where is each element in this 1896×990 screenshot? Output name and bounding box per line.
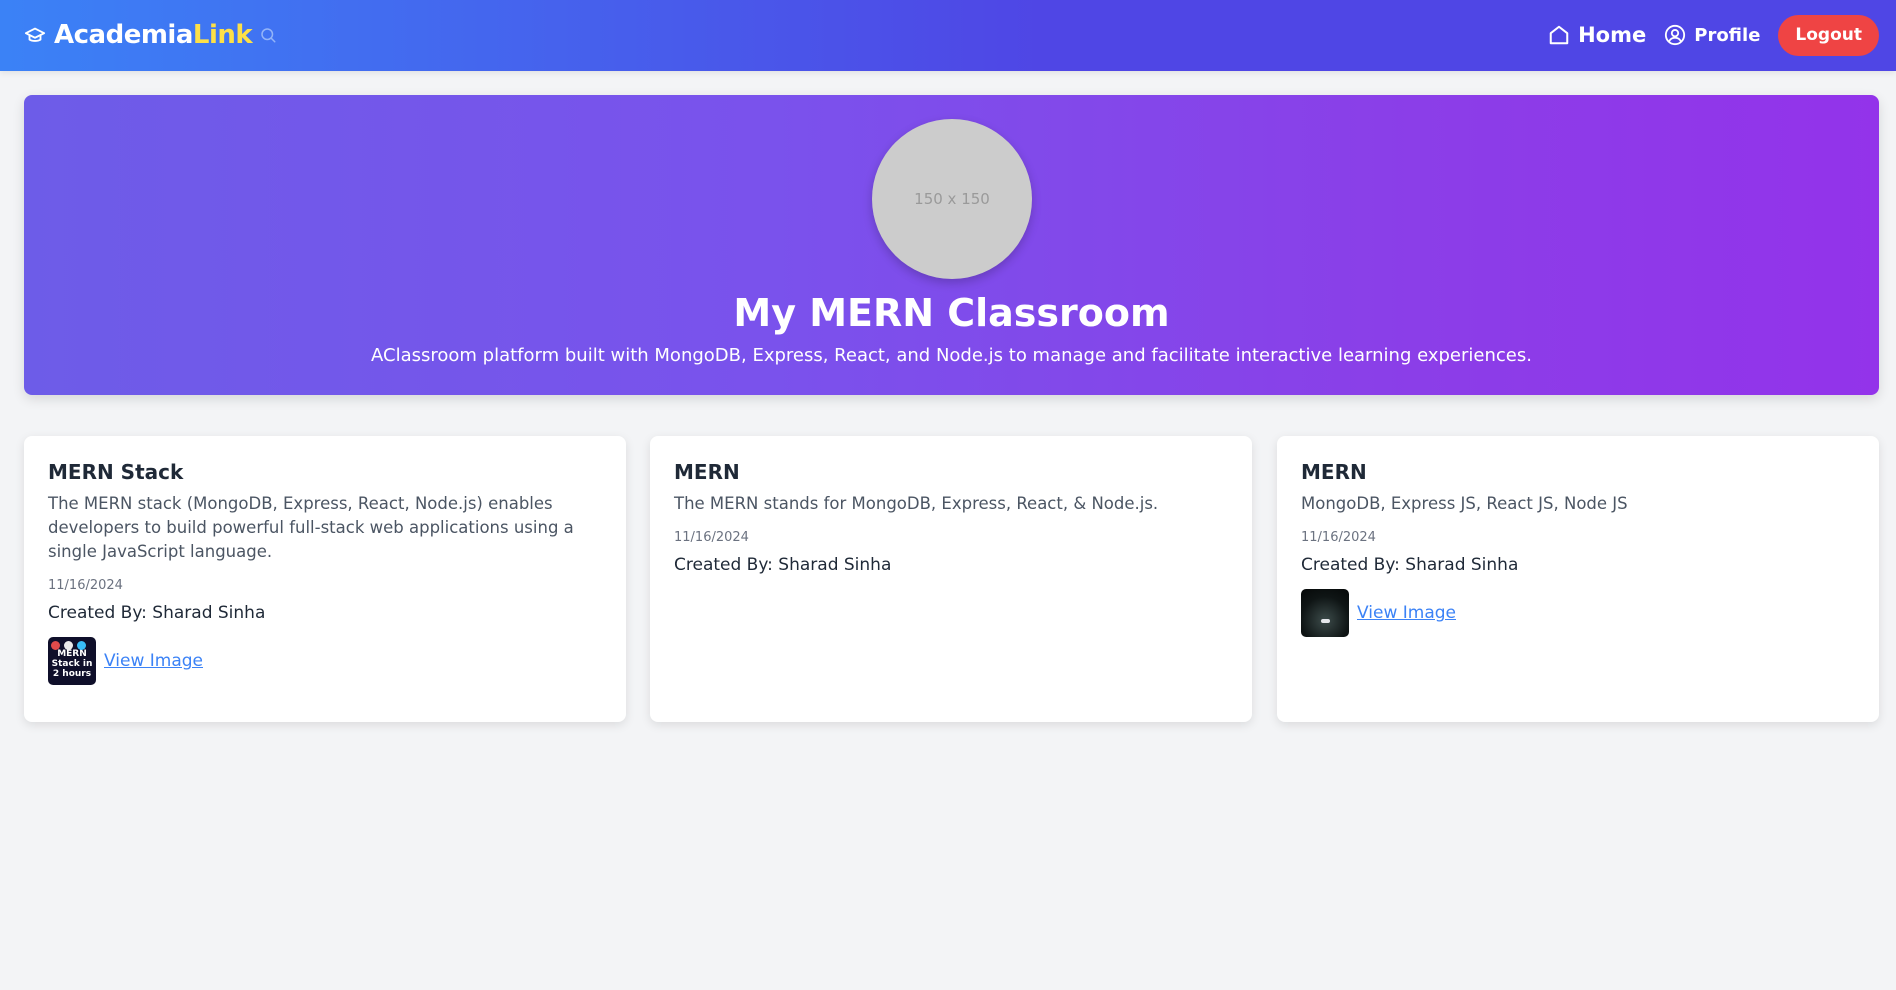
avatar-placeholder-text: 150 x 150 (914, 190, 990, 208)
post-creator: Created By: Sharad Sinha (48, 603, 266, 623)
post-card: MERN Stack The MERN stack (MongoDB, Expr… (24, 436, 626, 722)
nav-profile-link[interactable]: Profile (1664, 24, 1760, 46)
post-date: 11/16/2024 (48, 578, 123, 593)
classroom-title: My MERN Classroom (733, 291, 1170, 335)
search-icon (261, 28, 276, 43)
post-description: The MERN stack (MongoDB, Express, React,… (48, 494, 574, 561)
post-description: MongoDB, Express JS, React JS, Node JS (1301, 494, 1628, 513)
nav-home-label: Home (1578, 23, 1647, 47)
attachment-thumbnail[interactable]: MERN Stack in 2 hours (48, 637, 96, 685)
post-title: MERN (674, 460, 740, 484)
post-date: 11/16/2024 (1301, 530, 1376, 545)
post-title: MERN (1301, 460, 1367, 484)
logout-button[interactable]: Logout (1778, 14, 1879, 56)
brand-accent: Link (192, 20, 253, 50)
home-icon (1549, 25, 1569, 45)
view-image-link[interactable]: View Image (104, 651, 203, 671)
post-card: MERN The MERN stands for MongoDB, Expres… (650, 436, 1252, 722)
nav-profile-label: Profile (1694, 24, 1761, 46)
classroom-avatar: 150 x 150 (872, 119, 1032, 279)
user-circle-icon (1665, 24, 1686, 46)
post-title: MERN Stack (48, 460, 184, 484)
post-date: 11/16/2024 (674, 530, 749, 545)
post-description: The MERN stands for MongoDB, Express, Re… (674, 494, 1159, 513)
post-creator: Created By: Sharad Sinha (674, 555, 892, 575)
post-card: MERN MongoDB, Express JS, React JS, Node… (1277, 436, 1879, 722)
thumbnail-text: MERN Stack in 2 hours (51, 649, 93, 679)
nav-actions: Home Profile Logout (1548, 14, 1879, 56)
view-image-link[interactable]: View Image (1357, 603, 1456, 623)
navbar: AcademiaLink Home Profile Logout (0, 0, 1896, 71)
nav-home-link[interactable]: Home (1548, 23, 1646, 47)
graduation-cap-icon (24, 27, 46, 42)
post-attachment: View Image (1301, 589, 1855, 637)
brand-name: Academia (54, 20, 193, 50)
post-creator: Created By: Sharad Sinha (1301, 555, 1519, 575)
attachment-thumbnail[interactable] (1301, 589, 1349, 637)
search-button[interactable] (257, 24, 279, 46)
classroom-description: AClassroom platform built with MongoDB, … (371, 345, 1532, 366)
classroom-hero: 150 x 150 My MERN Classroom AClassroom p… (24, 95, 1879, 395)
brand-logo[interactable]: AcademiaLink (24, 17, 253, 53)
post-attachment: MERN Stack in 2 hours View Image (48, 637, 602, 685)
